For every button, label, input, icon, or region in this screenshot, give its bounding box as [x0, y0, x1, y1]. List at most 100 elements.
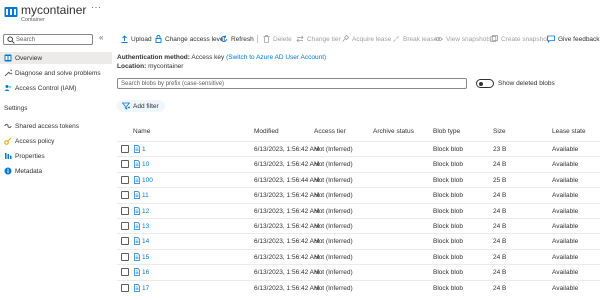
- row-checkbox[interactable]: [121, 252, 129, 261]
- sidebar-item-label: Access Control (IAM): [15, 84, 77, 92]
- refresh-label: Refresh: [231, 35, 254, 43]
- column-header-name[interactable]: Name: [133, 128, 150, 135]
- sidebar-item-shared-access-tokens[interactable]: Shared access tokens: [0, 120, 112, 132]
- file-icon: [134, 160, 140, 169]
- give-feedback-button[interactable]: Give feedback: [547, 34, 600, 44]
- show-deleted-blobs-toggle[interactable]: [476, 79, 494, 88]
- row-checkbox[interactable]: [121, 191, 129, 200]
- row-checkbox[interactable]: [121, 175, 129, 184]
- row-name-link[interactable]: 13: [142, 223, 149, 230]
- row-modified: 6/13/2023, 1:56:42 AM: [254, 284, 320, 292]
- row-access-tier: Hot (Inferred): [314, 161, 353, 169]
- sidebar-item-properties[interactable]: Properties: [0, 150, 112, 162]
- row-blob-type: Block blob: [433, 146, 463, 153]
- column-header-archive-status[interactable]: Archive status: [373, 128, 414, 135]
- more-options-button[interactable]: ···: [91, 2, 102, 12]
- break-lease-button[interactable]: Break lease: [392, 34, 437, 44]
- row-lease-state: Available: [552, 253, 579, 261]
- row-size: 24 B: [493, 269, 507, 277]
- row-size: 24 B: [493, 253, 507, 261]
- wrench-icon: [4, 69, 12, 77]
- table-row[interactable]: 17 6/13/2023, 1:56:42 AM Hot (Inferred) Blo…: [117, 279, 600, 295]
- upload-button[interactable]: Upload: [121, 34, 152, 44]
- row-name-link[interactable]: 11: [142, 192, 149, 199]
- create-snapshot-button[interactable]: Create snapshot: [490, 34, 549, 44]
- table-row[interactable]: 100 6/13/2023, 1:56:44 AM Hot (Inferred) Bl…: [117, 171, 600, 187]
- refresh-button[interactable]: Refresh: [220, 34, 254, 44]
- sidebar-item-overview[interactable]: Overview: [0, 52, 112, 64]
- filter-icon: [122, 102, 130, 110]
- blob-prefix-search-input[interactable]: Search blobs by prefix (case-sensitive): [117, 78, 467, 89]
- acquire-lease-button[interactable]: Acquire lease: [341, 34, 391, 44]
- row-checkbox[interactable]: [121, 145, 129, 153]
- sidebar-item-access-control[interactable]: Access Control (IAM): [0, 82, 112, 94]
- change-tier-button[interactable]: Change tier: [296, 34, 341, 44]
- row-blob-type: Block blob: [433, 269, 463, 277]
- collapse-sidebar-button[interactable]: «: [99, 33, 103, 42]
- settings-section-header: Settings: [4, 105, 28, 112]
- table-row[interactable]: 12 6/13/2023, 1:56:42 AM Hot (Inferred) Blo…: [117, 202, 600, 218]
- column-header-access-tier[interactable]: Access tier: [314, 128, 346, 135]
- file-icon: [134, 145, 140, 153]
- sidebar-item-access-policy[interactable]: Access policy: [0, 135, 112, 147]
- row-blob-type: Block blob: [433, 284, 463, 292]
- view-snapshots-button[interactable]: View snapshots: [435, 34, 491, 44]
- row-name-link[interactable]: 100: [142, 177, 153, 184]
- row-lease-state: Available: [552, 176, 579, 184]
- acquire-lease-label: Acquire lease: [352, 35, 392, 43]
- row-lease-state: Available: [552, 192, 579, 200]
- people-icon: [4, 85, 12, 91]
- location-value: mycontainer: [148, 63, 184, 70]
- container-icon: [4, 7, 18, 17]
- row-name-link[interactable]: 10: [142, 161, 149, 168]
- row-modified: 6/13/2023, 1:56:44 AM: [254, 176, 320, 184]
- row-modified: 6/13/2023, 1:56:42 AM: [254, 223, 320, 230]
- row-size: 24 B: [493, 284, 507, 292]
- row-name-link[interactable]: 12: [142, 208, 149, 215]
- row-name-link[interactable]: 15: [142, 254, 149, 261]
- table-row[interactable]: 13 6/13/2023, 1:56:42 AM Hot (Inferred) Blo…: [117, 218, 600, 233]
- table-row[interactable]: 11 6/13/2023, 1:56:42 AM Hot (Inferred) Blo…: [117, 187, 600, 202]
- row-lease-state: Available: [552, 207, 579, 215]
- row-checkbox[interactable]: [121, 268, 129, 277]
- column-header-blob-type[interactable]: Blob type: [433, 128, 460, 135]
- column-header-lease-state[interactable]: Lease state: [552, 128, 586, 135]
- sidebar-search-input[interactable]: Search: [3, 34, 93, 45]
- row-name-link[interactable]: 14: [142, 238, 149, 245]
- view-snapshots-label: View snapshots: [446, 35, 492, 43]
- row-checkbox[interactable]: [121, 283, 129, 292]
- sidebar-item-metadata[interactable]: Metadata: [0, 165, 112, 177]
- row-name-link[interactable]: 17: [142, 285, 149, 292]
- row-name-link[interactable]: 16: [142, 269, 149, 276]
- page-header: mycontainer ··· Container: [0, 0, 600, 28]
- table-row[interactable]: 16 6/13/2023, 1:56:42 AM Hot (Inferred) Blo…: [117, 264, 600, 279]
- table-row[interactable]: 14 6/13/2023, 1:56:42 AM Hot (Inferred) Blo…: [117, 233, 600, 248]
- change-access-level-button[interactable]: Change access level: [155, 34, 225, 44]
- switch-auth-link[interactable]: (Switch to Azure AD User Account): [226, 54, 326, 61]
- file-icon: [134, 268, 140, 277]
- row-checkbox[interactable]: [121, 222, 129, 230]
- feedback-icon: [547, 35, 555, 43]
- sidebar-item-label: Diagnose and solve problems: [15, 69, 101, 77]
- row-access-tier: Hot (Inferred): [314, 192, 353, 200]
- column-header-modified[interactable]: Modified: [254, 128, 279, 135]
- delete-button[interactable]: Delete: [263, 34, 292, 44]
- row-name-link[interactable]: 1: [142, 146, 146, 153]
- sidebar-item-label: Shared access tokens: [15, 122, 79, 130]
- sidebar-item-diagnose[interactable]: Diagnose and solve problems: [0, 67, 112, 79]
- row-checkbox[interactable]: [121, 237, 129, 246]
- row-access-tier: Hot (Inferred): [314, 223, 353, 230]
- column-header-size[interactable]: Size: [493, 128, 506, 135]
- table-row[interactable]: 10 6/13/2023, 1:56:42 AM Hot (Inferred) Blo…: [117, 156, 600, 171]
- row-access-tier: Hot (Inferred): [314, 269, 353, 277]
- table-row[interactable]: 1 6/13/2023, 1:56:42 AM Hot (Inferred) Bloc…: [117, 141, 600, 156]
- table-row[interactable]: 15 6/13/2023, 1:56:42 AM Hot (Inferred) Blo…: [117, 248, 600, 264]
- row-blob-type: Block blob: [433, 192, 463, 200]
- file-icon: [134, 191, 140, 200]
- row-blob-type: Block blob: [433, 176, 463, 184]
- add-filter-button[interactable]: Add filter: [117, 100, 165, 112]
- row-checkbox[interactable]: [121, 206, 129, 215]
- link-icon: [4, 124, 12, 128]
- row-checkbox[interactable]: [121, 160, 129, 169]
- row-access-tier: Hot (Inferred): [314, 207, 353, 215]
